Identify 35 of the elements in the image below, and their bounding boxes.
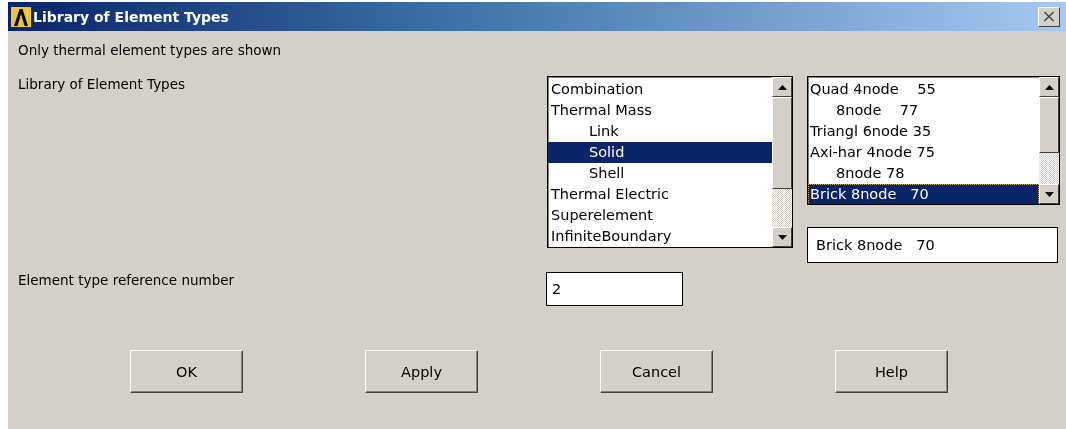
- list-item[interactable]: Shell: [548, 163, 772, 184]
- list-item[interactable]: 8node 78: [808, 163, 1039, 184]
- list-item[interactable]: InfiniteBoundary: [548, 226, 772, 247]
- category-list[interactable]: Combination Thermal Mass Link Solid Shell Thermal Electric Superelement InfiniteBoundary: [547, 76, 793, 248]
- close-icon: [1043, 11, 1055, 22]
- scrollbar[interactable]: [1039, 77, 1059, 204]
- close-button[interactable]: [1038, 6, 1060, 27]
- up-arrow-icon: [777, 84, 787, 90]
- dialog-button[interactable]: Apply: [365, 350, 478, 393]
- library-label: Library of Element Types: [18, 76, 187, 94]
- list-item[interactable]: Triangl 6node 35: [808, 121, 1039, 142]
- window-title: Library of Element Types: [33, 8, 230, 25]
- list-item[interactable]: Brick 8node 70: [808, 184, 1039, 204]
- list-item[interactable]: Superelement: [548, 205, 772, 226]
- selection-field[interactable]: Brick 8node 70: [807, 227, 1058, 263]
- dialog-button[interactable]: OK: [130, 350, 243, 393]
- list-item[interactable]: Combination: [548, 79, 772, 100]
- reference-label: Element type reference number: [18, 272, 236, 290]
- list-item[interactable]: Thermal Mass: [548, 100, 772, 121]
- info-text: Only thermal element types are shown: [18, 42, 283, 60]
- up-arrow-icon: [1044, 84, 1054, 90]
- list-item[interactable]: Quad 4node 55: [808, 79, 1039, 100]
- reference-number-field[interactable]: 2: [546, 272, 683, 306]
- scrollbar[interactable]: [772, 77, 792, 247]
- list-item[interactable]: 8node 77: [808, 100, 1039, 121]
- dialog-button[interactable]: Cancel: [600, 350, 713, 393]
- list-item[interactable]: Thermal Electric: [548, 184, 772, 205]
- down-arrow-icon: [777, 234, 787, 240]
- dialog-button[interactable]: Help: [835, 350, 948, 393]
- down-arrow-icon: [1044, 191, 1054, 197]
- logo-icon: [11, 6, 31, 27]
- list-item[interactable]: Link: [548, 121, 772, 142]
- list-item[interactable]: Solid: [548, 142, 772, 163]
- list-item[interactable]: Axi-har 4node 75: [808, 142, 1039, 163]
- element-type-list[interactable]: Quad 4node 55 8node 77 Triangl 6node 35 Axi-har 4node 75 8node 78 Brick 8node 70: [807, 76, 1060, 205]
